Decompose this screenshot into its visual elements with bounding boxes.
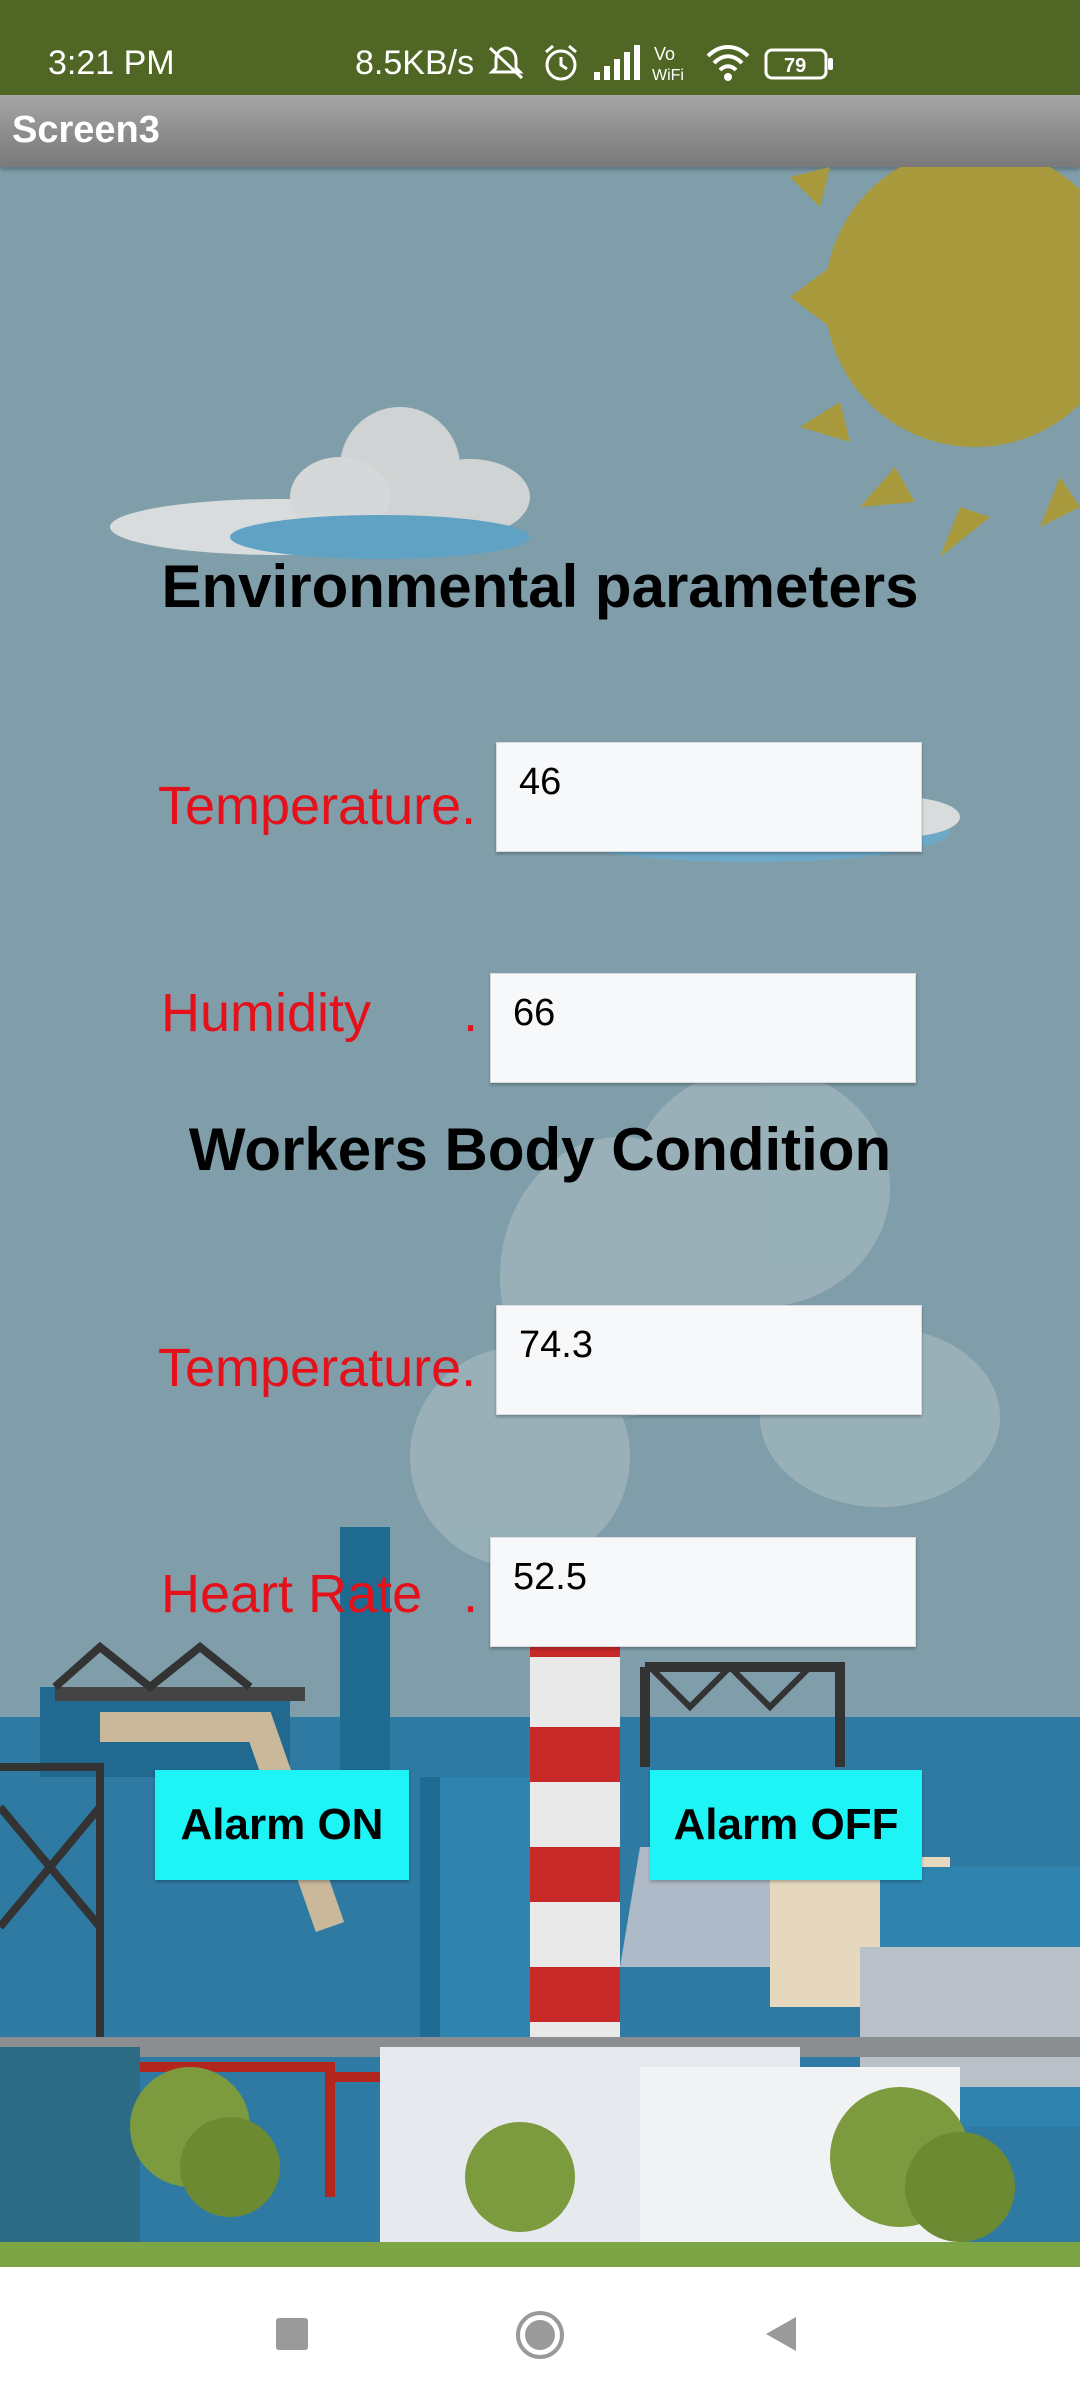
mute-icon bbox=[488, 46, 524, 80]
humidity-value: 66 bbox=[513, 992, 556, 1034]
factory-background-illustration bbox=[0, 167, 1080, 2267]
humidity-dot: . bbox=[463, 983, 479, 1043]
wifi-icon bbox=[706, 45, 750, 81]
svg-text:WiFi: WiFi bbox=[652, 67, 684, 84]
background-scene: Environmental parameters Temperature. 46… bbox=[0, 167, 1080, 2267]
heart-rate-value: 52.5 bbox=[513, 1556, 587, 1598]
battery-icon: 79 bbox=[764, 48, 833, 80]
humidity-input[interactable]: 66 bbox=[490, 973, 916, 1083]
alarm-on-button[interactable]: Alarm ON bbox=[155, 1770, 409, 1880]
alarm-icon bbox=[545, 44, 577, 81]
worker-temperature-label: Temperature. bbox=[158, 1338, 477, 1398]
vowifi-icon: Vo WiFi bbox=[652, 44, 684, 84]
cloud-illustration bbox=[110, 407, 530, 559]
status-time: 3:21 PM bbox=[48, 44, 175, 82]
heart-rate-dot: . bbox=[463, 1564, 479, 1624]
app-title: Screen3 bbox=[12, 109, 160, 151]
status-bar: 3:21 PM 8.5KB/s Vo WiFi 79 bbox=[0, 0, 1080, 95]
heart-rate-input[interactable]: 52.5 bbox=[490, 1537, 916, 1647]
sun-illustration bbox=[790, 167, 1080, 557]
humidity-label: Humidity bbox=[161, 983, 372, 1043]
alarm-off-button[interactable]: Alarm OFF bbox=[650, 1770, 922, 1880]
navigation-bar bbox=[0, 2267, 1080, 2400]
app-title-bar: Screen3 bbox=[0, 95, 1080, 167]
env-temperature-label: Temperature. bbox=[158, 776, 477, 836]
worker-temperature-value: 74.3 bbox=[519, 1324, 593, 1366]
back-triangle-icon[interactable] bbox=[760, 2313, 802, 2355]
env-temperature-value: 46 bbox=[519, 761, 562, 803]
home-circle-icon[interactable] bbox=[514, 2309, 566, 2361]
environmental-heading: Environmental parameters bbox=[161, 553, 919, 620]
svg-text:Vo: Vo bbox=[654, 44, 675, 64]
network-speed: 8.5KB/s bbox=[355, 44, 475, 82]
workers-heading: Workers Body Condition bbox=[188, 1116, 892, 1183]
heart-rate-label: Heart Rate bbox=[161, 1564, 423, 1624]
env-temperature-input[interactable]: 46 bbox=[496, 742, 922, 852]
svg-text:79: 79 bbox=[784, 55, 806, 77]
recents-square-icon[interactable] bbox=[272, 2314, 312, 2354]
worker-temperature-input[interactable]: 74.3 bbox=[496, 1305, 922, 1415]
signal-icon bbox=[594, 45, 640, 80]
